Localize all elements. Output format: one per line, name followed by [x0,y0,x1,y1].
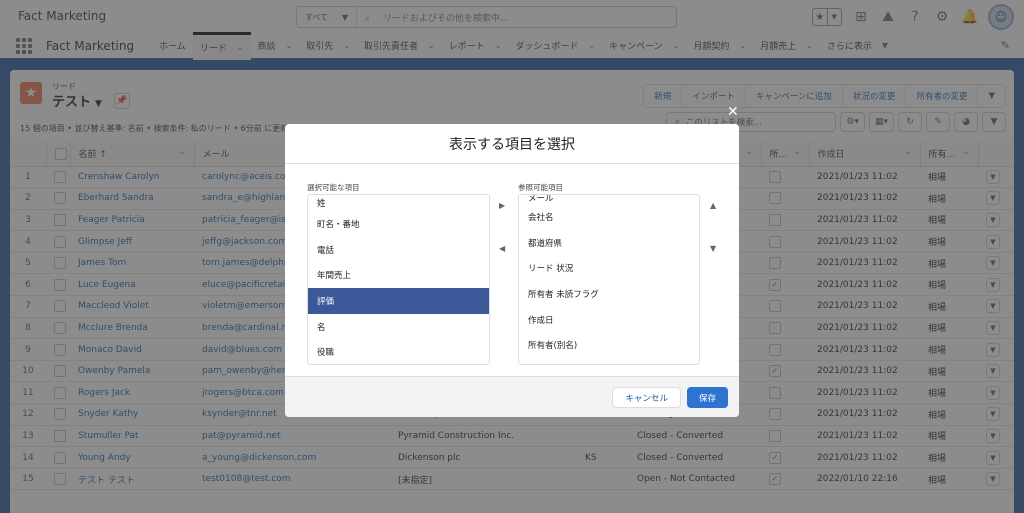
visible-field-option[interactable]: 会社名 [519,204,699,230]
save-button[interactable]: 保存 [686,387,728,408]
visible-field-option[interactable]: 所有者(別名) [519,332,699,358]
modal-title: 表示する項目を選択 [285,124,739,164]
available-fields-label: 選択可能な項目 [307,183,360,192]
move-right-icon[interactable]: ▶ [499,201,505,210]
close-icon[interactable]: ✕ [727,104,739,120]
visible-field-option[interactable]: 作成日 [519,307,699,333]
available-field-option[interactable]: 姓 [308,195,489,211]
move-up-icon[interactable]: ▲ [710,201,716,210]
move-left-icon[interactable]: ◀ [499,244,505,253]
cancel-button[interactable]: キャンセル [612,387,681,408]
visible-field-option[interactable]: リード 状況 [519,255,699,281]
available-field-option[interactable]: 電話 [308,237,489,263]
visible-fields-list[interactable]: メール 会社名 都道府県 リード 状況 所有者 未読フラグ 作成日 所有者(別名) [518,194,700,365]
available-field-option[interactable]: 役職 [308,339,489,364]
modal-footer: キャンセル 保存 [285,376,739,417]
available-fields-list[interactable]: 姓町名・番地 電話 年間売上 評価名役職 [307,194,490,365]
select-fields-modal: 表示する項目を選択 選択可能な項目 参照可能項目 姓町名・番地 電話 年間売上 評価名… [285,124,739,417]
available-field-option[interactable]: 町名・番地 [308,211,489,237]
visible-field-option[interactable]: メール [519,195,699,204]
visible-field-option[interactable]: 都道府県 [519,230,699,256]
visible-field-option[interactable]: 所有者 未読フラグ [519,281,699,307]
available-field-option[interactable]: 名 [308,314,489,340]
visible-fields-label: 参照可能項目 [518,183,563,192]
available-field-option[interactable]: 年間売上 [308,262,489,288]
available-field-option[interactable]: 評価 [308,288,489,314]
move-down-icon[interactable]: ▼ [710,244,716,253]
